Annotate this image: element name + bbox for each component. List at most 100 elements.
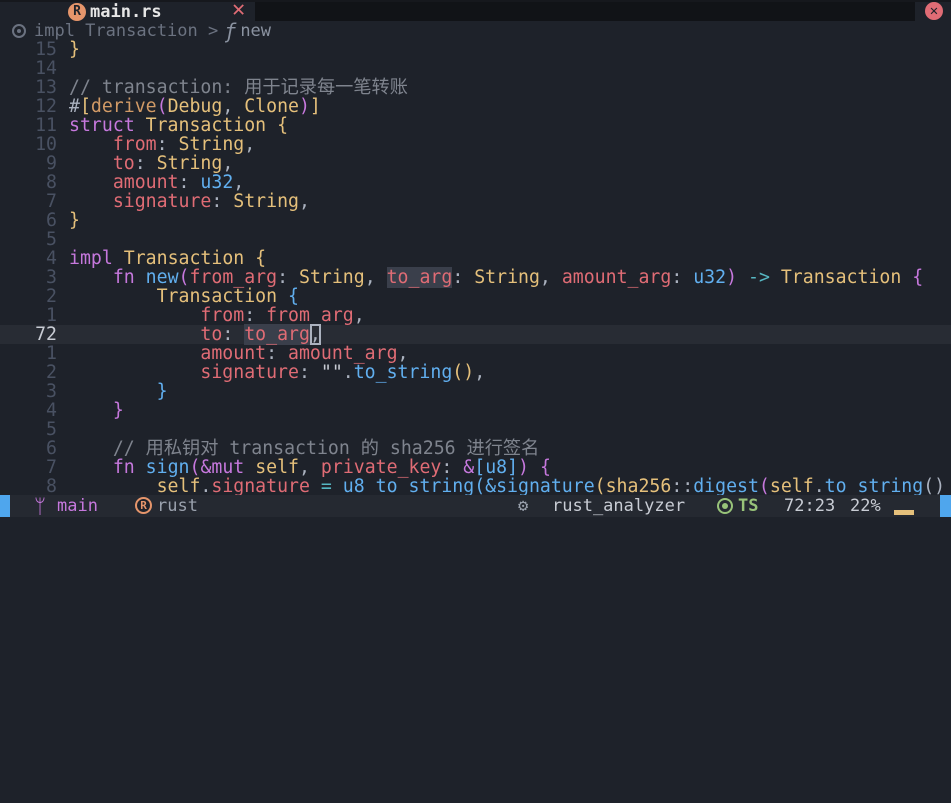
current-line[interactable]: 72 to: to_arg,	[0, 324, 951, 345]
line-number: 11	[35, 115, 57, 136]
line-text: from: String,	[69, 135, 255, 154]
cursor-position: 72:23	[784, 496, 836, 516]
line-number: 1	[46, 305, 57, 326]
code-token: :	[452, 267, 475, 288]
line-text: #[derive(Debug, Clone)]	[69, 97, 321, 116]
breadcrumb-item[interactable]: new	[240, 21, 271, 41]
code-token: :	[266, 343, 289, 364]
code-line[interactable]: 8 self.signature = u8_to_string(&signatu…	[0, 477, 951, 496]
code-token: from_arg	[189, 267, 278, 288]
code-line[interactable]: 12 #[derive(Debug, Clone)]	[0, 97, 951, 116]
code-token: amount	[112, 172, 179, 193]
code-token: (	[474, 476, 486, 497]
code-token: ""	[320, 362, 343, 383]
tab-main-rs[interactable]: R main.rs ✕	[10, 0, 255, 22]
line-number: 4	[46, 248, 57, 269]
code-token: ()	[923, 476, 946, 497]
code-token: u8_to_string	[342, 476, 475, 497]
line-number: 3	[46, 267, 57, 288]
code-token: ,	[233, 172, 245, 193]
code-token: from	[112, 134, 157, 155]
lsp-name[interactable]: rust_analyzer	[552, 495, 685, 517]
close-circle-icon[interactable]: ✕	[925, 2, 943, 20]
text-cursor: ,	[309, 324, 321, 345]
code-line[interactable]: 6 // 用私钥对 transaction 的 sha256 进行签名	[0, 439, 951, 458]
code-line[interactable]: 11 struct Transaction {	[0, 116, 951, 135]
code-token: .	[342, 362, 354, 383]
code-token: String	[178, 134, 245, 155]
code-token: // transaction: 用于记录每一笔转账	[69, 77, 408, 98]
code-line[interactable]: 9 to: String,	[0, 154, 951, 173]
scope-icon	[12, 23, 26, 38]
line-number: 13	[35, 77, 57, 98]
line-number: 5	[46, 229, 57, 250]
line-number: 7	[46, 191, 57, 212]
line-number: 14	[35, 58, 57, 79]
code-token: &signature	[485, 476, 595, 497]
code-line[interactable]: 3 fn new(from_arg: String, to_arg: Strin…	[0, 267, 951, 288]
code-token: signature	[112, 191, 212, 212]
code-token: Transaction	[145, 115, 267, 136]
code-token: fn	[112, 267, 135, 288]
line-number: 2	[46, 286, 57, 307]
line-text: impl Transaction {	[69, 249, 266, 268]
code-token: ,	[222, 153, 234, 174]
line-number: 7	[46, 457, 57, 478]
language[interactable]: rust	[157, 495, 198, 517]
code-token: :	[222, 324, 245, 345]
code-token: [	[79, 96, 91, 117]
code-line[interactable]: 1 from: from_arg,	[0, 306, 951, 325]
code-token: .	[200, 476, 212, 497]
breadcrumb: impl Transaction > ƒ new	[12, 18, 271, 43]
code-token: ,	[244, 134, 256, 155]
code-line[interactable]: 1 amount: amount_arg,	[0, 344, 951, 363]
code-token: (	[156, 96, 168, 117]
code-line[interactable]: 5	[0, 230, 951, 249]
code-line[interactable]: 4 }	[0, 401, 951, 420]
line-text: amount: u32,	[69, 173, 244, 192]
code-line[interactable]: 3 }	[0, 382, 951, 401]
code-line[interactable]: 14	[0, 59, 951, 78]
code-line[interactable]: 8 amount: u32,	[0, 173, 951, 192]
mode-indicator-right	[940, 495, 951, 517]
line-number: 1	[46, 343, 57, 364]
code-line[interactable]: 2 Transaction {	[0, 287, 951, 306]
rust-icon: R	[135, 497, 152, 514]
code-token: ,	[474, 362, 486, 383]
code-line[interactable]: 6}	[0, 211, 951, 230]
code-line[interactable]: 2 signature: "".to_string(),	[0, 363, 951, 382]
function-icon: ƒ	[224, 18, 237, 43]
code-token: &	[463, 457, 475, 478]
code-line[interactable]: 4 impl Transaction {	[0, 249, 951, 268]
code-editor[interactable]: 15} 14 13// transaction: 用于记录每一笔转账 12 #[deri…	[0, 40, 951, 496]
code-token: {	[255, 248, 267, 269]
breadcrumb-scope[interactable]: impl Transaction	[34, 21, 198, 41]
code-line[interactable]: 5	[0, 420, 951, 439]
code-line[interactable]: 7 signature: String,	[0, 192, 951, 211]
code-token: signature	[211, 476, 310, 497]
code-token: String	[474, 267, 540, 288]
line-text: }	[69, 40, 80, 59]
code-token: :	[277, 267, 299, 288]
breadcrumb-sep: >	[198, 20, 219, 41]
code-line[interactable]: 7 fn sign(&mut self, private_key: &[u8])…	[0, 458, 951, 477]
branch-name[interactable]: main	[57, 495, 98, 517]
code-line[interactable]: 10 from: String,	[0, 135, 951, 154]
code-token: String	[156, 153, 223, 174]
code-token: fn	[112, 457, 135, 478]
code-line[interactable]: 13 // transaction: 用于记录每一笔转账	[0, 78, 951, 97]
line-number: 9	[46, 153, 57, 174]
separator: >	[208, 20, 219, 41]
code-token: )	[298, 96, 310, 117]
code-line[interactable]: 15}	[0, 40, 951, 59]
code-token: Debug	[167, 96, 223, 117]
